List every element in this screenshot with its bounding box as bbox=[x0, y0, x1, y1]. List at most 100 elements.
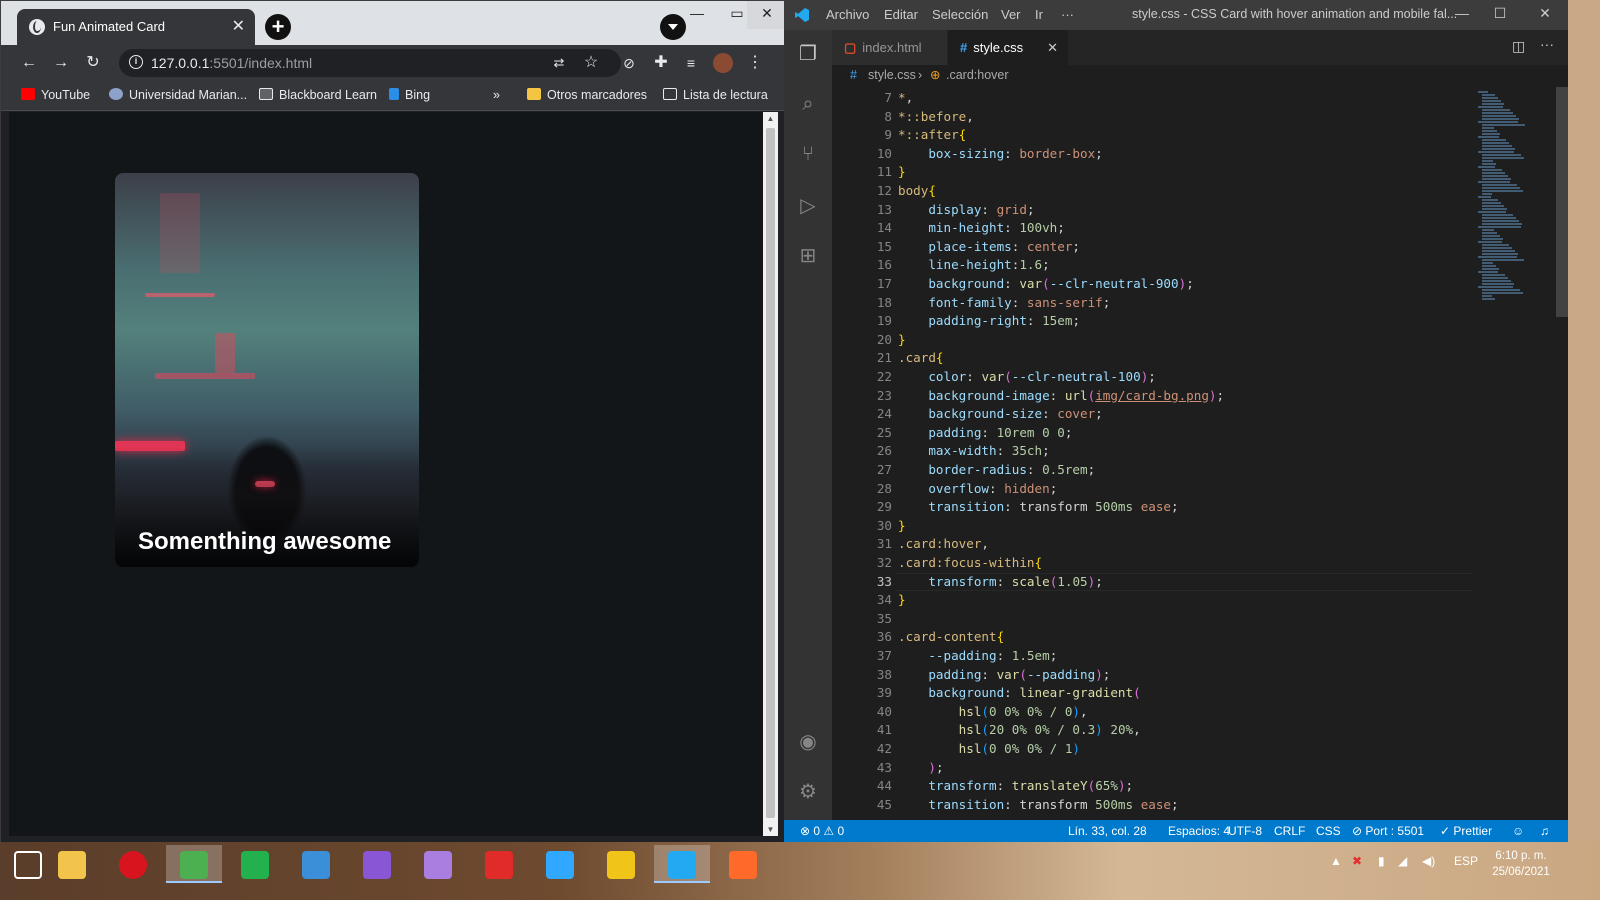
indentation-setting[interactable]: Espacios: 4 bbox=[1168, 820, 1230, 842]
code-line[interactable]: 36 .card-content{ bbox=[832, 628, 1472, 647]
code-line[interactable]: 14 min-height: 100vh; bbox=[832, 219, 1472, 238]
bookmark-youtube[interactable]: YouTube bbox=[21, 88, 90, 102]
taskbar-app[interactable] bbox=[288, 845, 344, 883]
code-line[interactable]: 22 color: var(--clr-neutral-100); bbox=[832, 368, 1472, 387]
extensions-icon[interactable]: ⊞ bbox=[796, 244, 820, 268]
breadcrumb-file[interactable]: style.css bbox=[868, 65, 916, 85]
scroll-down-icon[interactable]: ▼ bbox=[766, 825, 775, 834]
taskbar-app[interactable] bbox=[44, 845, 100, 883]
menu-archivo[interactable]: Archivo bbox=[826, 7, 869, 22]
menu-kebab-icon[interactable]: ⋮ bbox=[745, 53, 765, 73]
bookmark-star-icon[interactable]: ☆ bbox=[581, 53, 601, 73]
code-line[interactable]: 17 background: var(--clr-neutral-900); bbox=[832, 275, 1472, 294]
code-line[interactable]: 26 max-width: 35ch; bbox=[832, 442, 1472, 461]
back-icon[interactable]: ← bbox=[19, 53, 39, 73]
taskbar-app[interactable] bbox=[593, 845, 649, 883]
feedback-icon[interactable]: ☺ bbox=[1512, 820, 1524, 842]
code-line[interactable]: 40 hsl(0 0% 0% / 0), bbox=[832, 703, 1472, 722]
code-line[interactable]: 16 line-height:1.6; bbox=[832, 256, 1472, 275]
code-line[interactable]: 45 transition: transform 500ms ease; bbox=[832, 796, 1472, 815]
browser-tab[interactable]: Fun Animated Card ✕ bbox=[17, 9, 255, 45]
live-server-port[interactable]: ⊘ Port : 5501 bbox=[1352, 820, 1424, 842]
scrollbar-thumb[interactable] bbox=[766, 128, 775, 818]
minimize-button[interactable]: — bbox=[1447, 5, 1477, 21]
code-line[interactable]: 21 .card{ bbox=[832, 349, 1472, 368]
code-line[interactable]: 15 place-items: center; bbox=[832, 238, 1472, 257]
code-line[interactable]: 42 hsl(0 0% 0% / 1) bbox=[832, 740, 1472, 759]
address-bar[interactable]: i 127.0.0.1:5501/index.html ⇄ ☆ bbox=[119, 49, 621, 77]
taskbar-app[interactable] bbox=[166, 845, 222, 883]
language-mode[interactable]: CSS bbox=[1316, 820, 1341, 842]
close-window-button[interactable]: ✕ bbox=[747, 1, 787, 29]
code-line[interactable]: 35 bbox=[832, 610, 1472, 629]
code-line[interactable]: 19 padding-right: 15em; bbox=[832, 312, 1472, 331]
bookmark-blackboard[interactable]: Blackboard Learn bbox=[259, 88, 377, 102]
media-queue-icon[interactable]: ≡ bbox=[681, 53, 701, 73]
eol-setting[interactable]: CRLF bbox=[1274, 820, 1305, 842]
wifi-icon[interactable]: ◢ bbox=[1398, 854, 1407, 868]
taskbar-app[interactable] bbox=[471, 845, 527, 883]
code-line[interactable]: 34} bbox=[832, 591, 1472, 610]
other-bookmarks-folder[interactable]: Otros marcadores bbox=[527, 88, 647, 102]
code-line[interactable]: 25 padding: 10rem 0 0; bbox=[832, 424, 1472, 443]
code-line[interactable]: 13 display: grid; bbox=[832, 201, 1472, 220]
taskbar-app[interactable] bbox=[532, 845, 588, 883]
accounts-icon[interactable]: ◉ bbox=[796, 730, 820, 754]
reading-list-button[interactable]: Lista de lectura bbox=[663, 88, 768, 102]
encoding-setting[interactable]: UTF-8 bbox=[1228, 820, 1262, 842]
menu-more[interactable]: ··· bbox=[1061, 7, 1074, 22]
more-actions-icon[interactable]: ··· bbox=[1540, 36, 1554, 52]
prettier-status[interactable]: ✓ Prettier bbox=[1440, 820, 1492, 842]
settings-gear-icon[interactable]: ⚙ bbox=[796, 780, 820, 804]
system-clock[interactable]: 6:10 p. m. 25/06/2021 bbox=[1486, 848, 1556, 880]
code-line[interactable]: 43 ); bbox=[832, 759, 1472, 778]
source-control-icon[interactable]: ⑂ bbox=[796, 142, 820, 166]
page-scrollbar[interactable]: ▲ ▼ bbox=[763, 112, 778, 836]
breadcrumb-symbol[interactable]: .card:hover bbox=[946, 65, 1009, 85]
code-line[interactable]: 29 transition: transform 500ms ease; bbox=[832, 498, 1472, 517]
close-window-button[interactable]: ✕ bbox=[1530, 5, 1560, 22]
input-language[interactable]: ESP bbox=[1454, 854, 1478, 868]
menu-editar[interactable]: Editar bbox=[884, 7, 918, 22]
code-line[interactable]: 38 padding: var(--padding); bbox=[832, 666, 1472, 685]
close-tab-icon[interactable]: ✕ bbox=[232, 16, 245, 36]
search-icon[interactable]: ⌕ bbox=[796, 92, 820, 116]
code-line[interactable]: 44 transform: translateY(65%); bbox=[832, 777, 1472, 796]
run-debug-icon[interactable]: ▷ bbox=[796, 194, 820, 218]
code-line[interactable]: 8 *::before, bbox=[832, 108, 1472, 127]
more-bookmarks-button[interactable]: » bbox=[493, 88, 500, 102]
editor-scrollbar[interactable] bbox=[1554, 87, 1568, 820]
extensions-puzzle-icon[interactable]: ✚ bbox=[651, 53, 671, 73]
problems-indicator[interactable]: ⊗ 0 ⚠ 0 bbox=[800, 820, 844, 842]
notifications-bell-icon[interactable]: ♫ bbox=[1540, 820, 1549, 842]
taskbar-app[interactable] bbox=[227, 845, 283, 883]
maximize-button[interactable]: ☐ bbox=[1485, 5, 1515, 22]
bookmark-bing[interactable]: Bing bbox=[389, 88, 430, 102]
network-disconnected-icon[interactable]: ✖ bbox=[1352, 854, 1362, 868]
cursor-position[interactable]: Lín. 33, col. 28 bbox=[1068, 820, 1147, 842]
tab-index-html[interactable]: ▢ index.html bbox=[832, 30, 947, 65]
code-line[interactable]: 33 transform: scale(1.05); bbox=[832, 572, 1472, 592]
code-line[interactable]: 7 *, bbox=[832, 89, 1472, 108]
code-line[interactable]: 10 box-sizing: border-box; bbox=[832, 145, 1472, 164]
tab-style-css[interactable]: # style.css ✕ bbox=[948, 30, 1068, 65]
taskbar-app[interactable] bbox=[105, 845, 161, 883]
menu-ver[interactable]: Ver bbox=[1001, 7, 1021, 22]
site-info-icon[interactable]: i bbox=[129, 55, 143, 69]
scroll-up-icon[interactable]: ▲ bbox=[766, 114, 775, 123]
code-line[interactable]: 23 background-image: url(img/card-bg.png… bbox=[832, 387, 1472, 406]
code-line[interactable]: 24 background-size: cover; bbox=[832, 405, 1472, 424]
reload-icon[interactable]: ↻ bbox=[83, 53, 103, 73]
taskbar-app[interactable] bbox=[654, 845, 710, 883]
code-line[interactable]: 12 body{ bbox=[832, 182, 1472, 201]
code-line[interactable]: 37 --padding: 1.5em; bbox=[832, 647, 1472, 666]
code-line[interactable]: 27 border-radius: 0.5rem; bbox=[832, 461, 1472, 480]
extension-blocker-icon[interactable]: ⊘ bbox=[619, 53, 639, 73]
taskbar-app[interactable] bbox=[715, 845, 771, 883]
code-line[interactable]: 28 overflow: hidden; bbox=[832, 480, 1472, 499]
code-line[interactable]: 9 *::after{ bbox=[832, 126, 1472, 145]
scrollbar-thumb[interactable] bbox=[1556, 87, 1568, 317]
close-tab-icon[interactable]: ✕ bbox=[1047, 30, 1058, 65]
code-line[interactable]: 32 .card:focus-within{ bbox=[832, 554, 1472, 573]
code-line[interactable]: 41 hsl(20 0% 0% / 0.3) 20%, bbox=[832, 721, 1472, 740]
